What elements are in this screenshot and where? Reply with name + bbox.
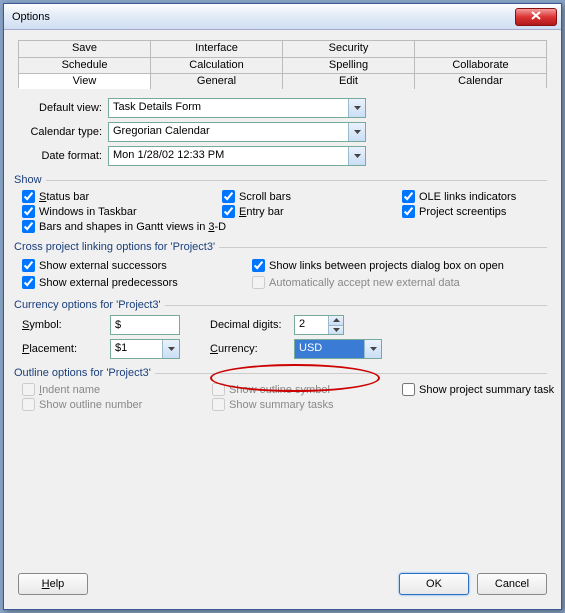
calendar-type-combo[interactable]: Gregorian Calendar (108, 122, 366, 142)
outline-group: Outline options for 'Project3' (18, 367, 547, 379)
ext-succ-label: Show external successors (39, 260, 167, 272)
bars-3d-label: Bars and shapes in Gantt views in 3-D (39, 221, 226, 233)
currency-legend: Currency options for 'Project3' (14, 299, 165, 311)
default-view-label: Default view: (18, 102, 108, 114)
symbol-label: Symbol: (22, 319, 102, 331)
tab-security[interactable]: Security (283, 41, 415, 57)
links-dialog-label: Show links between projects dialog box o… (269, 260, 504, 272)
summary-tasks-label: Show summary tasks (229, 399, 334, 411)
outline-number-check (22, 398, 35, 411)
decimal-spinner[interactable]: 2 (294, 315, 344, 335)
auto-accept-check (252, 276, 265, 289)
outline-legend: Outline options for 'Project3' (14, 367, 155, 379)
tab-spelling[interactable]: Spelling (283, 58, 415, 73)
currency-combo[interactable]: USD (294, 339, 382, 359)
show-group: Show (18, 174, 547, 186)
symbol-input[interactable] (110, 315, 180, 335)
indent-name-check (22, 383, 35, 396)
tab-interface[interactable]: Interface (151, 41, 283, 57)
currency-value: USD (295, 340, 364, 358)
project-screentips-check[interactable] (402, 205, 415, 218)
windows-taskbar-check[interactable] (22, 205, 35, 218)
auto-accept-label: Automatically accept new external data (269, 277, 460, 289)
placement-combo[interactable]: $1 (110, 339, 180, 359)
tab-general[interactable]: General (151, 74, 283, 89)
chevron-down-icon[interactable] (348, 147, 365, 165)
scroll-bars-label: Scroll bars (239, 191, 291, 203)
default-view-combo[interactable]: Task Details Form (108, 98, 366, 118)
indent-name-label: Indent name (39, 384, 100, 396)
status-bar-check[interactable] (22, 190, 35, 203)
entry-bar-check[interactable] (222, 205, 235, 218)
ole-links-label: OLE links indicators (419, 191, 516, 203)
project-summary-check[interactable] (402, 383, 415, 396)
outline-symbol-label: Show outline symbol (229, 384, 330, 396)
date-format-value: Mon 1/28/02 12:33 PM (109, 147, 348, 165)
currency-group: Currency options for 'Project3' (18, 299, 547, 311)
tab-view[interactable]: View (19, 74, 151, 89)
tab-collaborate[interactable]: Collaborate (415, 58, 546, 73)
help-button[interactable]: Help (18, 573, 88, 595)
project-summary-label: Show project summary task (419, 384, 554, 396)
ok-button[interactable]: OK (399, 573, 469, 595)
placement-label: Placement: (22, 343, 102, 355)
button-bar: Help OK Cancel (18, 573, 547, 595)
cross-group: Cross project linking options for 'Proje… (18, 241, 547, 253)
decimal-value: 2 (295, 316, 328, 334)
links-dialog-check[interactable] (252, 259, 265, 272)
titlebar: Options (4, 4, 561, 30)
status-bar-label: Status bar (39, 191, 89, 203)
ext-pred-label: Show external predecessors (39, 277, 178, 289)
cross-legend: Cross project linking options for 'Proje… (14, 241, 219, 253)
calendar-type-value: Gregorian Calendar (109, 123, 348, 141)
windows-taskbar-label: Windows in Taskbar (39, 206, 137, 218)
ole-links-check[interactable] (402, 190, 415, 203)
close-button[interactable] (515, 8, 557, 26)
cancel-button[interactable]: Cancel (477, 573, 547, 595)
chevron-down-icon[interactable] (162, 340, 179, 358)
date-format-label: Date format: (18, 150, 108, 162)
entry-bar-label: Entry bar (239, 206, 284, 218)
show-legend: Show (14, 174, 46, 186)
spinner-up-icon[interactable] (329, 316, 343, 326)
decimal-label: Decimal digits: (210, 319, 286, 331)
tab-calendar[interactable]: Calendar (415, 74, 546, 89)
chevron-down-icon[interactable] (348, 99, 365, 117)
ext-pred-check[interactable] (22, 276, 35, 289)
tab-edit[interactable]: Edit (283, 74, 415, 89)
ext-succ-check[interactable] (22, 259, 35, 272)
spinner-down-icon[interactable] (329, 326, 343, 335)
default-view-value: Task Details Form (109, 99, 348, 117)
tab-schedule[interactable]: Schedule (19, 58, 151, 73)
summary-tasks-check (212, 398, 225, 411)
currency-label: Currency: (210, 343, 286, 355)
placement-value: $1 (111, 340, 162, 358)
scroll-bars-check[interactable] (222, 190, 235, 203)
tab-save[interactable]: Save (19, 41, 151, 57)
date-format-combo[interactable]: Mon 1/28/02 12:33 PM (108, 146, 366, 166)
tab-strip: Save Interface Security Schedule Calcula… (18, 40, 547, 88)
chevron-down-icon[interactable] (348, 123, 365, 141)
project-screentips-label: Project screentips (419, 206, 506, 218)
outline-number-label: Show outline number (39, 399, 142, 411)
tab-calculation[interactable]: Calculation (151, 58, 283, 73)
calendar-type-label: Calendar type: (18, 126, 108, 138)
bars-3d-check[interactable] (22, 220, 35, 233)
outline-symbol-check (212, 383, 225, 396)
chevron-down-icon[interactable] (364, 340, 381, 358)
dialog-content: Save Interface Security Schedule Calcula… (4, 30, 561, 609)
window-title: Options (12, 11, 515, 23)
options-dialog: Options Save Interface Security Schedule… (3, 3, 562, 610)
